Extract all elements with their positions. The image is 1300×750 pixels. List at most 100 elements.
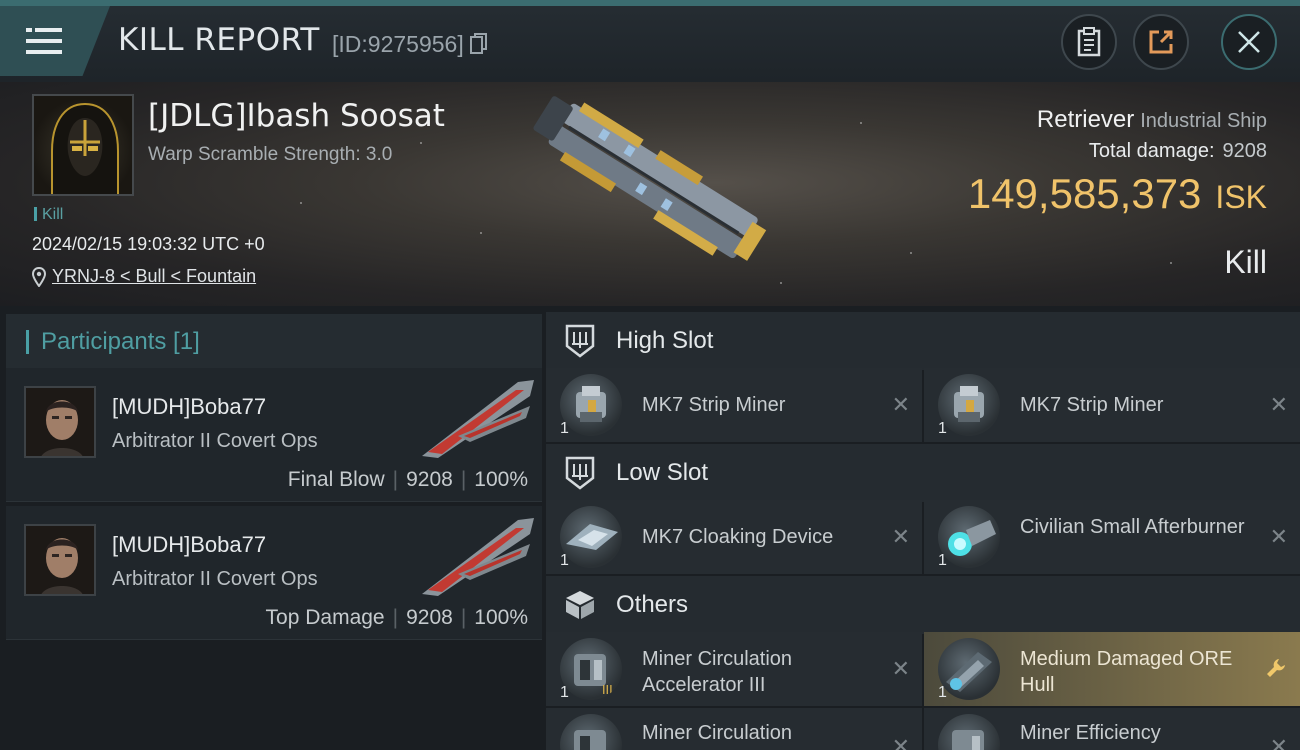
ship-name-line: Retriever Industrial Ship	[1037, 106, 1267, 134]
module-name: Miner Circulation Accelerator III	[642, 648, 793, 696]
participant-row[interactable]: [MUDH]Boba77 Arbitrator II Covert Ops Fi…	[6, 368, 542, 502]
clipboard-button[interactable]	[1061, 14, 1117, 70]
others-header: Others	[546, 576, 1300, 634]
module-quantity: 1	[560, 420, 569, 437]
participant-stats: Top Damage | 9208 | 100%	[266, 606, 528, 630]
location-pin-icon	[32, 266, 46, 287]
module-name: Civilian Small Afterburner	[1020, 516, 1245, 538]
ship-image	[533, 96, 767, 261]
isk-value-line: 149,585,373 ISK	[968, 170, 1267, 218]
participants-title: Participants [1]	[41, 328, 200, 355]
participant-stats: Final Blow | 9208 | 100%	[288, 468, 528, 492]
destroyed-x-icon: ✕	[1269, 734, 1288, 750]
report-id-text: [ID:9275956]	[332, 31, 464, 57]
destroyed-x-icon: ✕	[1269, 392, 1288, 417]
kill-result: Kill	[1224, 244, 1267, 280]
close-button[interactable]	[1221, 14, 1277, 70]
close-icon	[1238, 31, 1260, 53]
module-name: MK7 Strip Miner	[642, 394, 786, 416]
afterburner-icon	[938, 506, 1000, 568]
destroyed-x-icon: ✕	[891, 656, 910, 681]
participant-role: Top Damage	[265, 606, 385, 629]
wrench-icon[interactable]	[1264, 656, 1288, 686]
participant-row[interactable]: [MUDH]Boba77 Arbitrator II Covert Ops To…	[6, 506, 542, 640]
module-item[interactable]: Miner Circulation ✕	[546, 708, 922, 750]
high-slot-icon	[562, 323, 598, 359]
separator: |	[460, 468, 467, 491]
victim-name[interactable]: [JDLG]Ibash Soosat	[148, 98, 445, 134]
low-slot-title: Low Slot	[616, 459, 709, 486]
total-damage-label: Total damage:	[1088, 140, 1215, 162]
cargo-box-icon	[562, 587, 598, 623]
module-item[interactable]: 1 MK7 Strip Miner ✕	[924, 368, 1300, 442]
share-icon	[1149, 30, 1173, 54]
separator: |	[460, 606, 467, 629]
header-marker	[26, 330, 29, 354]
copy-icon[interactable]	[470, 33, 488, 55]
kill-location[interactable]: YRNJ-8 < Bull < Fountain	[32, 266, 256, 287]
participant-ship-image	[422, 380, 534, 458]
high-slot-header: High Slot	[546, 312, 1300, 370]
report-id: [ID:9275956]	[332, 31, 488, 58]
participant-percent: 100%	[474, 468, 528, 491]
low-slot-header: Low Slot	[546, 444, 1300, 502]
ore-hull-icon	[938, 638, 1000, 700]
top-bar: KILL REPORT [ID:9275956]	[0, 0, 1300, 82]
total-damage-value: 9208	[1222, 140, 1268, 162]
participant-damage: 9208	[406, 606, 453, 629]
isk-unit: ISK	[1215, 179, 1267, 215]
location-link[interactable]: YRNJ-8 < Bull < Fountain	[52, 266, 256, 287]
low-slot-icon	[562, 455, 598, 491]
circulation-accelerator-icon: III	[560, 638, 622, 700]
warp-scramble-strength: Warp Scramble Strength: 3.0	[148, 144, 393, 165]
participant-percent: 100%	[474, 606, 528, 629]
module-name: MK7 Cloaking Device	[642, 526, 834, 548]
share-button[interactable]	[1133, 14, 1189, 70]
module-name: Medium Damaged ORE Hull	[1020, 648, 1233, 696]
module-item[interactable]: 1 Civilian Small Afterburner ✕	[924, 500, 1300, 574]
strip-miner-icon	[938, 374, 1000, 436]
kill-tag-text: Kill	[42, 206, 64, 223]
module-item[interactable]: 1 Medium Damaged ORE Hull	[924, 632, 1300, 706]
participant-ship-image	[422, 518, 534, 596]
module-item[interactable]: III 1 Miner Circulation Accelerator III …	[546, 632, 922, 706]
participant-ship: Arbitrator II Covert Ops	[112, 430, 318, 452]
isk-value: 149,585,373	[967, 170, 1202, 217]
module-quantity: 1	[938, 684, 947, 701]
participants-panel: Participants [1] [MUDH]Boba77 Arbitrator…	[0, 306, 542, 750]
module-name: Miner Circulation	[642, 722, 793, 744]
participant-avatar[interactable]	[24, 524, 96, 596]
others-title: Others	[616, 591, 689, 618]
module-name: MK7 Strip Miner	[1020, 394, 1164, 416]
ship-name[interactable]: Retriever	[1037, 106, 1134, 133]
module-quantity: 1	[560, 684, 569, 701]
module-quantity: 1	[938, 552, 947, 569]
ship-class: Industrial Ship	[1140, 110, 1267, 132]
module-item[interactable]: Miner Efficiency ✕	[924, 708, 1300, 750]
participant-name[interactable]: [MUDH]Boba77	[112, 394, 266, 420]
miner-efficiency-icon	[938, 714, 1000, 750]
kill-tag: Kill	[34, 206, 63, 224]
participant-damage: 9208	[406, 468, 453, 491]
participant-ship: Arbitrator II Covert Ops	[112, 568, 318, 590]
total-damage: Total damage: 9208	[1089, 140, 1267, 163]
destroyed-x-icon: ✕	[891, 392, 910, 417]
module-quantity: 1	[560, 552, 569, 569]
participant-name[interactable]: [MUDH]Boba77	[112, 532, 266, 558]
menu-button[interactable]	[0, 6, 110, 76]
tag-marker	[34, 207, 37, 221]
menu-icon	[26, 28, 62, 54]
participants-header: Participants [1]	[6, 314, 542, 370]
module-item[interactable]: 1 MK7 Strip Miner ✕	[546, 368, 922, 442]
module-item[interactable]: 1 MK7 Cloaking Device ✕	[546, 500, 922, 574]
module-name: Miner Efficiency	[1020, 722, 1161, 744]
destroyed-x-icon: ✕	[891, 524, 910, 549]
participant-avatar[interactable]	[24, 386, 96, 458]
separator: |	[392, 468, 399, 491]
page-title: KILL REPORT	[118, 22, 320, 58]
victim-avatar[interactable]	[32, 94, 134, 196]
module-quantity: 1	[938, 420, 947, 437]
kill-datetime: 2024/02/15 19:03:32 UTC +0	[32, 234, 265, 254]
fitting-panel: High Slot 1 MK7 Strip Miner ✕ 1 MK7 Stri…	[542, 306, 1300, 750]
destroyed-x-icon: ✕	[891, 734, 910, 750]
